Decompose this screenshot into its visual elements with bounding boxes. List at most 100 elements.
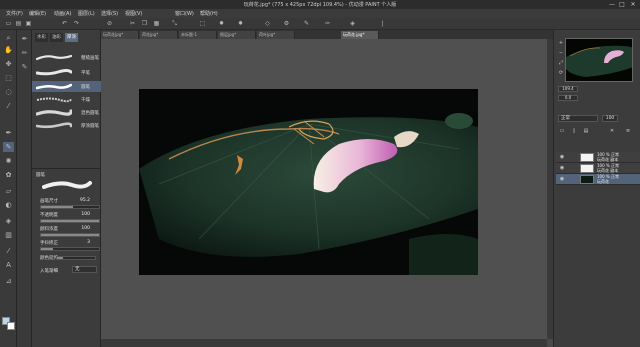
- cut-icon[interactable]: ✂: [128, 20, 137, 28]
- show-area-icon[interactable]: ✸: [236, 20, 245, 28]
- prop-value[interactable]: 100: [80, 212, 90, 217]
- horizontal-scrollbar[interactable]: [101, 339, 547, 347]
- brush-item[interactable]: 圆笔: [32, 81, 101, 92]
- menu-edit[interactable]: 编辑(E): [29, 10, 46, 17]
- layer-row-selected[interactable]: ◉ 100 % 正常 玩荷花: [556, 174, 640, 185]
- doc-tab[interactable]: 荷花jpg*: [140, 31, 178, 39]
- brush-item[interactable]: 粗糙画笔: [32, 52, 101, 63]
- layer-row[interactable]: ◉ 100 % 正常 玩荷花 副本: [556, 163, 640, 174]
- zoom-value[interactable]: 109.4: [558, 86, 578, 92]
- brush-item[interactable]: 混色圆笔: [32, 107, 101, 118]
- eraser-tool-icon[interactable]: ▱: [3, 186, 14, 196]
- sub-color-swatch[interactable]: [7, 322, 15, 330]
- menu-help[interactable]: 帮助(H): [200, 10, 218, 17]
- layer-menu-icon[interactable]: ≡: [624, 128, 632, 134]
- pen-icon[interactable]: ✑: [323, 20, 332, 28]
- clear-icon[interactable]: ⊘: [105, 20, 114, 28]
- brush-item[interactable]: 厚涂圆笔: [32, 120, 101, 131]
- text-tool-icon[interactable]: A: [3, 260, 14, 270]
- eye-icon[interactable]: ◉: [559, 176, 565, 182]
- brush-name: 厚涂圆笔: [81, 124, 99, 129]
- figure-tool-icon[interactable]: ⁄: [3, 246, 14, 256]
- brush-size-slider[interactable]: [40, 205, 100, 209]
- menu-file[interactable]: 文件(F): [6, 10, 23, 17]
- tab-thick-paint[interactable]: 厚涂: [65, 33, 78, 42]
- menu-layer[interactable]: 图层(L): [78, 10, 95, 17]
- pen-tool-icon[interactable]: ✒: [3, 128, 14, 138]
- eye-icon[interactable]: ◉: [559, 154, 565, 160]
- prop-value[interactable]: 95.2: [80, 198, 90, 203]
- menu-select[interactable]: 选择(S): [101, 10, 118, 17]
- prop-value[interactable]: 3: [80, 240, 90, 245]
- taper-select[interactable]: 无: [72, 266, 97, 273]
- copy-icon[interactable]: ❐: [140, 20, 149, 28]
- zoom-in-icon[interactable]: +: [557, 40, 565, 46]
- pencil-subtool-icon[interactable]: ✏: [19, 48, 30, 58]
- transform-icon[interactable]: ⤡: [170, 20, 179, 28]
- layer-row[interactable]: ◉ 100 % 正常 玩荷花 副本: [556, 152, 640, 163]
- stabilization-slider[interactable]: [40, 247, 100, 251]
- new-folder-icon[interactable]: ▤: [582, 128, 590, 134]
- doc-tab[interactable]: 玩荷花jpg*: [101, 31, 139, 39]
- maximize-button[interactable]: □: [617, 1, 627, 8]
- gradient-tool-icon[interactable]: ▥: [3, 230, 14, 240]
- navigator-preview[interactable]: [565, 38, 633, 82]
- new-vector-layer-icon[interactable]: ▯: [570, 128, 578, 134]
- ruler-tool-icon[interactable]: ⊿: [3, 276, 14, 286]
- menu-animation[interactable]: 动画(A): [54, 10, 71, 17]
- brush-item[interactable]: 平笔: [32, 67, 101, 78]
- doc-tab-active[interactable]: 玩荷花.jpg*: [341, 31, 379, 39]
- blend-tool-icon[interactable]: ◐: [3, 200, 14, 210]
- rotation-value[interactable]: 0.0: [558, 95, 578, 101]
- opacity-slider[interactable]: [40, 219, 100, 223]
- color-stretch-slider[interactable]: [56, 256, 96, 260]
- select-all-icon[interactable]: ◇: [263, 20, 272, 28]
- doc-tab[interactable]: 未标题-1: [179, 31, 217, 39]
- delete-layer-icon[interactable]: ✕: [608, 128, 616, 134]
- fill-tool-icon[interactable]: ◈: [3, 216, 14, 226]
- invert-selection-icon[interactable]: ✸: [217, 20, 226, 28]
- prop-value[interactable]: 100: [80, 226, 90, 231]
- settings-icon[interactable]: ⚙: [282, 20, 291, 28]
- watercolor-subtool-icon[interactable]: ✎: [19, 62, 30, 72]
- ruler-icon[interactable]: ❘: [378, 20, 387, 28]
- blend-mode-select[interactable]: 正常: [558, 115, 598, 122]
- deselect-icon[interactable]: ⬚: [198, 20, 207, 28]
- eye-icon[interactable]: ◉: [559, 165, 565, 171]
- minimize-button[interactable]: —: [607, 1, 617, 8]
- undo-icon[interactable]: ↶: [60, 20, 69, 28]
- zoom-out-icon[interactable]: −: [557, 50, 565, 56]
- redo-icon[interactable]: ↷: [72, 20, 81, 28]
- brush-icon[interactable]: ✎: [302, 20, 311, 28]
- menu-view[interactable]: 视图(V): [125, 10, 142, 17]
- close-button[interactable]: ✕: [628, 1, 638, 8]
- eyedropper-tool-icon[interactable]: ⁄: [3, 101, 14, 111]
- selection-tool-icon[interactable]: ⬚: [3, 73, 14, 83]
- decoration-tool-icon[interactable]: ✿: [3, 170, 14, 180]
- layer-opacity[interactable]: 100: [602, 115, 618, 122]
- new-doc-icon[interactable]: ▭: [4, 20, 13, 28]
- save-icon[interactable]: ▣: [24, 20, 33, 28]
- rotate-icon[interactable]: ⟳: [557, 70, 565, 76]
- doc-tab[interactable]: 图层jpg*: [218, 31, 256, 39]
- airbrush-tool-icon[interactable]: ✺: [3, 156, 14, 166]
- brush-tool-icon[interactable]: ✎: [3, 142, 14, 152]
- pen-subtool-icon[interactable]: ✒: [19, 34, 30, 44]
- hand-tool-icon[interactable]: ✋: [3, 45, 14, 55]
- paint-density-slider[interactable]: [40, 233, 100, 237]
- brush-item[interactable]: 干燥: [32, 94, 101, 105]
- doc-tab[interactable]: 荷叶jpg*: [257, 31, 295, 39]
- tab-oil[interactable]: 油彩: [50, 33, 63, 42]
- lotus-leaf-photo: [139, 89, 478, 275]
- menu-window[interactable]: 窗口(W): [175, 10, 194, 17]
- tab-watercolor[interactable]: 水彩: [35, 33, 48, 42]
- open-icon[interactable]: ▤: [14, 20, 23, 28]
- move-tool-icon[interactable]: ✥: [3, 59, 14, 69]
- paste-icon[interactable]: ▦: [152, 20, 161, 28]
- lasso-tool-icon[interactable]: ◌: [3, 87, 14, 97]
- new-layer-icon[interactable]: ▭: [558, 128, 566, 134]
- canvas-image[interactable]: [139, 89, 478, 275]
- zoom-tool-icon[interactable]: ⌕: [3, 33, 14, 43]
- fit-icon[interactable]: ⤢: [557, 60, 565, 66]
- fill-icon[interactable]: ◈: [348, 20, 357, 28]
